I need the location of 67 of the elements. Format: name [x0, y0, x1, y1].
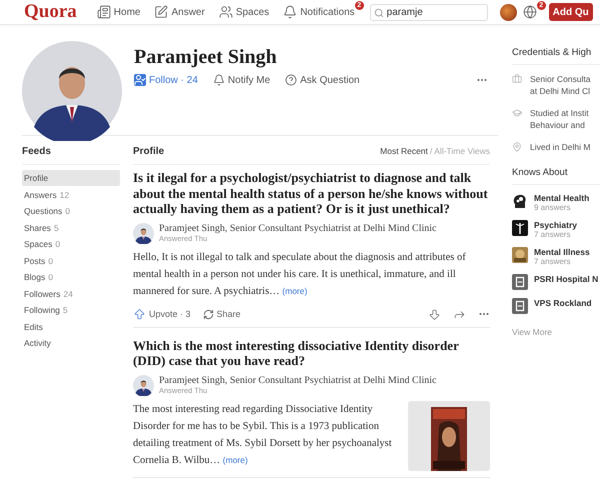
pen-icon: [154, 5, 168, 19]
credential-text: Senior Consulta at Delhi Mind Cl: [530, 73, 590, 97]
answer-text: The most interesting read regarding Dissociative Identity Disorder for me has to be Sybil. This is a 1973 publication detailing treatment of Ms. Sybil Dorsett by her psychoanalyst Cornelia B. Wilbu… (more): [133, 402, 393, 468]
feed-link[interactable]: Spaces 0: [22, 236, 120, 252]
topic-link[interactable]: Mental Health 9 answers: [512, 193, 600, 212]
follow-button[interactable]: Follow · 24: [134, 74, 198, 86]
feed-link[interactable]: Posts 0: [22, 252, 120, 268]
profile-action[interactable]: Notify Me: [212, 74, 270, 86]
search-field[interactable]: paramje: [370, 4, 488, 20]
map-pin-icon: [512, 142, 522, 152]
topic-link[interactable]: VPS Rockland: [512, 298, 600, 314]
follow-icon: [134, 74, 146, 86]
search-icon: [374, 8, 384, 18]
feed-link[interactable]: Questions 0: [22, 203, 120, 219]
share-button[interactable]: Share: [202, 308, 241, 320]
upvote-button[interactable]: Upvote · 3: [133, 308, 191, 320]
graduation-cap-icon: [512, 108, 522, 118]
feed-link[interactable]: Profile: [22, 170, 120, 186]
people-icon: [218, 5, 233, 19]
topic-link[interactable]: PSRI Hospital N: [512, 274, 600, 290]
more-link[interactable]: (more): [222, 454, 248, 464]
feeds-heading: Feeds: [22, 146, 120, 165]
answer-text: Hello, It is not illegal to talk and speculate about the diagnosis and attributes of mental health in a person not under his care. It is unethical, immature, and ill mannered for sure. A psychiatris… (more): [133, 250, 467, 298]
author-avatar: [133, 222, 154, 244]
document-icon: [512, 274, 528, 290]
feed-link[interactable]: Shares 5: [22, 220, 120, 236]
bell-icon: [283, 5, 298, 19]
knows-about-heading: Knows About: [512, 167, 600, 185]
profile-action[interactable]: Ask Question: [285, 74, 360, 86]
nav-link[interactable]: Home: [96, 0, 140, 24]
briefcase-icon: [512, 74, 522, 84]
feed-link[interactable]: Activity: [22, 335, 120, 351]
share-icon: [202, 308, 214, 320]
caduceus-icon: [512, 220, 528, 236]
feed-link[interactable]: Edits: [22, 318, 120, 334]
document-icon: [512, 298, 528, 314]
feed-link[interactable]: Following 5: [22, 302, 120, 318]
credential-text: Lived in Delhi M: [530, 141, 590, 153]
bell-icon: [212, 74, 225, 86]
quora-logo[interactable]: Quora: [24, 1, 77, 23]
globe-icon: [522, 5, 537, 19]
newspaper-icon: [96, 5, 111, 19]
add-question-button[interactable]: Add Qu: [548, 3, 593, 21]
sort-link[interactable]: Most Recent: [380, 146, 428, 157]
more-link[interactable]: (more): [282, 286, 308, 296]
downvote-icon[interactable]: [428, 308, 441, 320]
user-avatar[interactable]: [500, 4, 517, 20]
separator: /: [430, 146, 432, 157]
upvote-icon: [133, 308, 146, 320]
section-heading: Profile: [133, 146, 164, 157]
head-gears-icon: [512, 193, 528, 209]
credentials-heading: Credentials & High: [512, 47, 600, 65]
feed-link[interactable]: Followers 24: [22, 286, 120, 302]
profile-name: Paramjeet Singh: [134, 46, 278, 69]
feed-link[interactable]: Blogs 0: [22, 269, 120, 285]
question-icon: [285, 74, 298, 86]
nav-link[interactable]: Answer: [154, 0, 205, 24]
author-name[interactable]: Paramjeet Singh, Senior Consultant Psychiatrist at Delhi Mind Clinic: [159, 375, 436, 386]
question-title[interactable]: Is it ilegal for a psychologist/psychiatrist to diagnose and talk about the mental health status of a person he/she knows without actually having them as a patient? Or is it just unethical?: [133, 170, 490, 216]
nav-link[interactable]: Spaces: [218, 0, 270, 24]
question-title[interactable]: Which is the most interesting dissociative Identity disorder (DID) case that you have read?: [133, 338, 490, 368]
feed-link[interactable]: Answers 12: [22, 186, 120, 202]
topic-link[interactable]: Psychiatry 7 answers: [512, 220, 600, 239]
credential-text: Studied at Instit Behaviour and: [530, 107, 589, 131]
author-avatar: [133, 374, 154, 396]
topic-link[interactable]: Mental Illness 7 answers: [512, 247, 600, 266]
author-name[interactable]: Paramjeet Singh, Senior Consultant Psychiatrist at Delhi Mind Clinic: [159, 223, 436, 234]
